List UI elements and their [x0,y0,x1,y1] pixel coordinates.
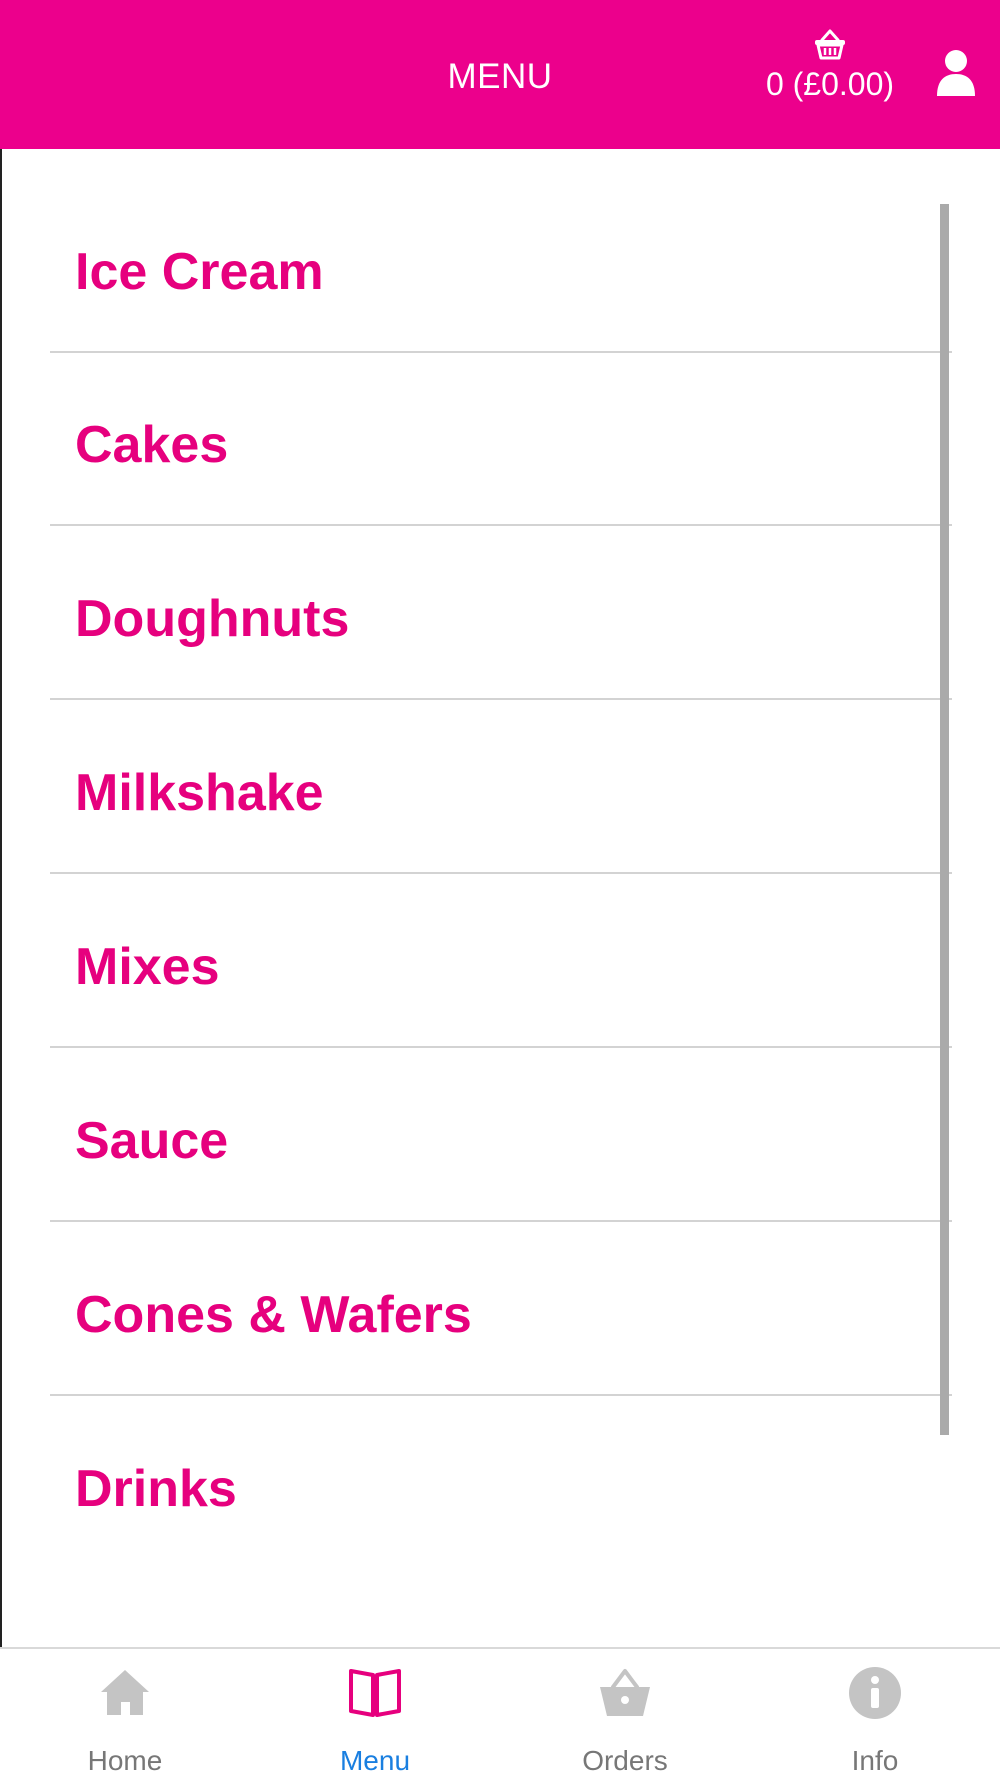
category-item-doughnuts[interactable]: Doughnuts [50,527,952,700]
info-icon [849,1667,901,1719]
book-icon [349,1669,401,1717]
category-item-drinks[interactable]: Drinks [50,1397,952,1570]
category-label: Cakes [75,416,229,474]
category-label: Ice Cream [75,243,324,301]
category-label: Drinks [75,1460,237,1518]
home-icon [101,1670,149,1715]
category-item-cones-wafers[interactable]: Cones & Wafers [50,1223,952,1396]
nav-label: Info [851,1745,899,1776]
category-label: Milkshake [75,764,324,822]
user-icon[interactable] [935,48,977,98]
category-label: Mixes [75,938,220,996]
category-label: Cones & Wafers [75,1286,472,1344]
nav-label: Home [87,1745,163,1776]
category-list: Ice Cream Cakes Doughnuts Milkshake Mixe… [0,149,1000,1647]
cart-button[interactable]: 0 (£0.00) [760,28,900,103]
nav-label: Orders [582,1745,668,1776]
basket-icon [600,1669,650,1716]
nav-home[interactable]: Home [0,1665,250,1777]
category-item-milkshake[interactable]: Milkshake [50,701,952,874]
nav-orders[interactable]: Orders [500,1665,750,1777]
category-item-sauce[interactable]: Sauce [50,1049,952,1222]
nav-info[interactable]: Info [750,1665,1000,1777]
scrollbar[interactable] [940,204,949,1435]
category-item-mixes[interactable]: Mixes [50,875,952,1048]
nav-label: Menu [339,1745,411,1776]
category-label: Sauce [75,1112,229,1170]
category-item-ice-cream[interactable]: Ice Cream [50,180,952,353]
nav-menu[interactable]: Menu [250,1665,500,1777]
bottom-nav: Home Menu Orders Info [0,1647,1000,1778]
basket-icon [815,29,845,60]
category-label: Doughnuts [75,590,350,648]
app-header: MENU 0 (£0.00) [0,0,1000,149]
cart-count: 0 (£0.00) [765,66,895,102]
category-item-cakes[interactable]: Cakes [50,353,952,526]
